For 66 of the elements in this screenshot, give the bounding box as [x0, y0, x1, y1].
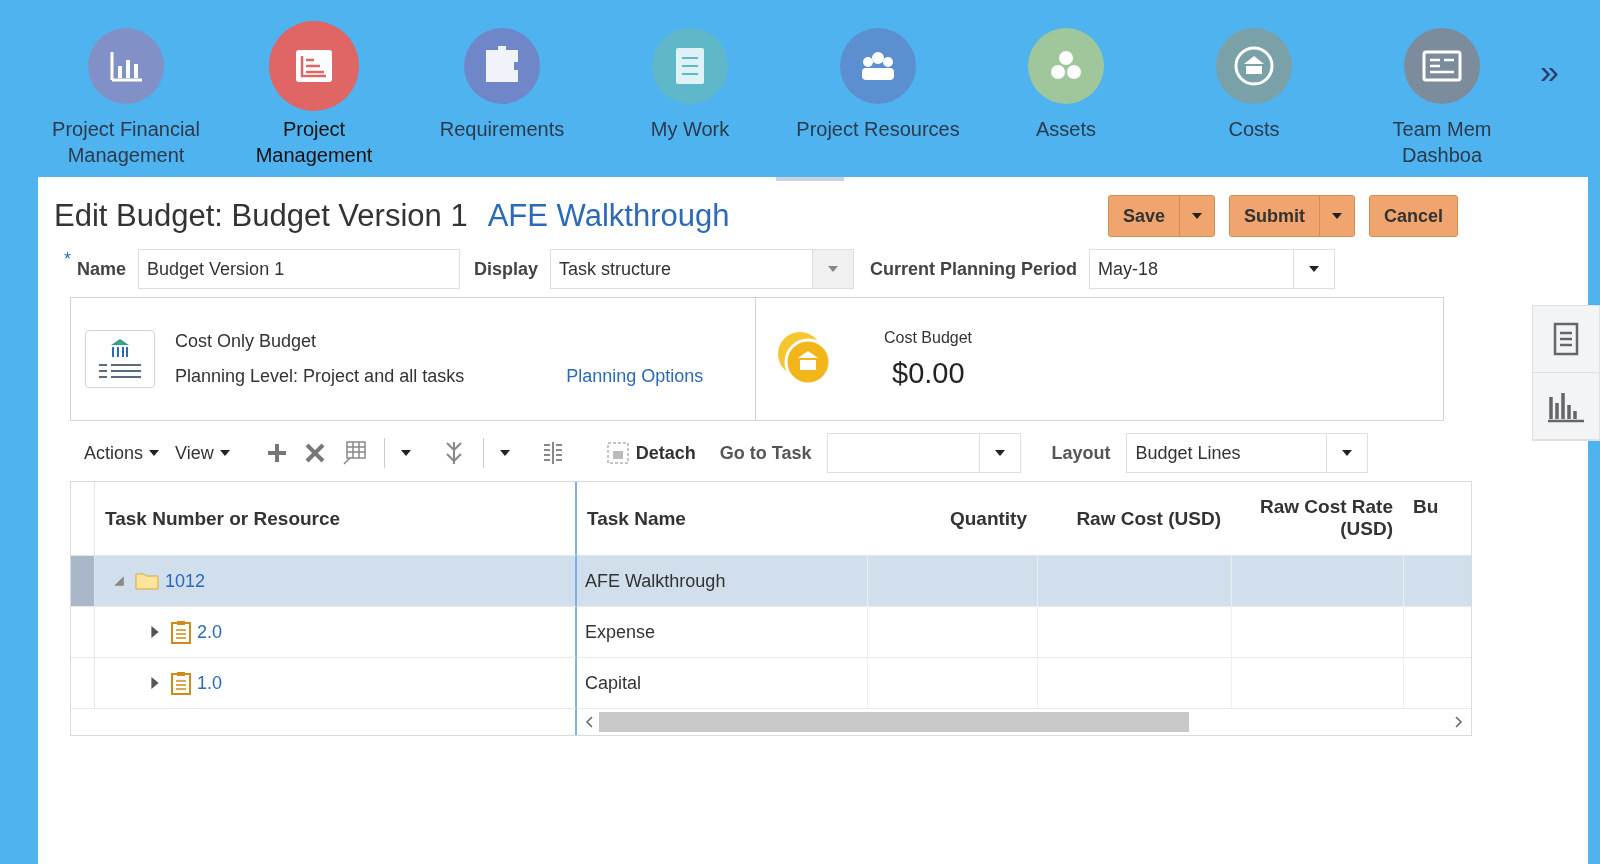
nav-item[interactable]: Costs: [1160, 0, 1348, 142]
expand-toggle[interactable]: [113, 575, 125, 587]
caret-icon: [1342, 448, 1353, 458]
actions-menu[interactable]: Actions: [84, 442, 160, 464]
clipboard-icon: [171, 671, 191, 695]
period-label: Current Planning Period: [870, 258, 1078, 280]
caret-icon: [828, 264, 839, 274]
planning-level: Planning Level: Project and all tasks: [175, 366, 465, 387]
name-label: Name: [77, 258, 127, 280]
name-field[interactable]: Budget Version 1: [138, 249, 461, 289]
display-label: Display: [474, 258, 539, 280]
more-button[interactable]: »: [1540, 52, 1559, 91]
table-icon[interactable]: [341, 440, 368, 466]
nav-item[interactable]: Project Management: [220, 0, 408, 168]
go-to-task-label: Go to Task: [719, 442, 812, 464]
action-button[interactable]: Save: [1107, 195, 1215, 237]
budget-type: Cost Only Budget: [175, 331, 318, 352]
task-number-link[interactable]: 1012: [165, 570, 206, 592]
action-button[interactable]: Submit: [1228, 195, 1355, 237]
planning-options-link[interactable]: Planning Options: [566, 365, 704, 387]
caret-icon: [149, 677, 161, 689]
scroll-left-icon[interactable]: [585, 716, 593, 728]
caret-icon: [149, 448, 160, 458]
nav-item[interactable]: Requirements: [408, 0, 596, 142]
nav-item[interactable]: Project Resources: [784, 0, 972, 142]
nav-item[interactable]: Assets: [972, 0, 1160, 142]
cost-budget-label: Cost Budget: [884, 328, 973, 347]
delete-icon[interactable]: [303, 442, 326, 464]
cost-budget-value: $0.00: [892, 356, 966, 390]
page-title: Edit Budget: Budget Version 1: [54, 198, 468, 234]
go-to-task-field[interactable]: [827, 433, 1022, 473]
table-cell: [1403, 658, 1471, 709]
caret-icon: [400, 448, 411, 458]
period-dropdown[interactable]: May-18: [1089, 249, 1336, 289]
task-number-link[interactable]: 2.0: [197, 621, 223, 643]
table-cell: [1403, 607, 1471, 658]
nav-item[interactable]: Team Mem Dashboa: [1348, 0, 1536, 168]
folder-icon: [135, 572, 159, 590]
nav-item[interactable]: Project Financial Management: [32, 0, 220, 168]
view-menu[interactable]: View: [175, 442, 230, 464]
layout-dropdown[interactable]: Budget Lines: [1126, 433, 1369, 473]
detach-icon: [605, 441, 630, 465]
caret-icon: [995, 448, 1006, 458]
caret-icon: [219, 448, 230, 458]
add-icon[interactable]: [265, 442, 288, 464]
expand-toggle[interactable]: [149, 677, 161, 689]
caret-icon: [1331, 211, 1342, 221]
scrollbar-thumb[interactable]: [599, 712, 1189, 732]
required-mark: *: [64, 249, 71, 270]
action-button[interactable]: Cancel: [1368, 195, 1458, 237]
budget-icon: [85, 330, 155, 388]
detach-button[interactable]: Detach: [605, 441, 696, 465]
scroll-right-icon[interactable]: [1455, 716, 1463, 728]
caret-icon: [1309, 264, 1320, 274]
caret-icon: [149, 626, 161, 638]
caret-icon: [499, 448, 510, 458]
expand-toggle[interactable]: [149, 626, 161, 638]
clipboard-icon: [171, 620, 191, 644]
nav-item[interactable]: My Work: [596, 0, 784, 142]
task-number-link[interactable]: 1.0: [197, 672, 223, 694]
display-dropdown[interactable]: Task structure: [550, 249, 855, 289]
table-cell: AFE Walkthrough: [577, 556, 867, 607]
caret-icon: [113, 575, 125, 587]
caret-icon: [1191, 211, 1202, 221]
project-name: AFE Walkthrough: [487, 198, 730, 234]
layout-label: Layout: [1051, 442, 1111, 464]
